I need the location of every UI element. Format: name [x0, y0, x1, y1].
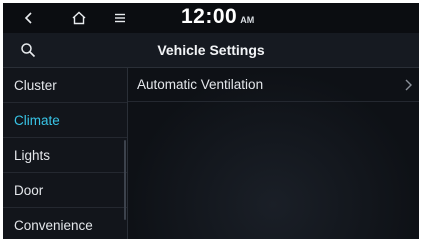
search-icon	[21, 43, 36, 58]
back-button[interactable]	[15, 7, 43, 29]
sidebar-item-label: Lights	[14, 148, 51, 163]
sidebar-item-cluster[interactable]: Cluster	[3, 68, 127, 103]
clock-time: 12:00	[181, 5, 238, 28]
sidebar-item-label: Climate	[14, 113, 60, 128]
sidebar-item-label: Convenience	[14, 218, 93, 233]
content-panel: Automatic Ventilation	[128, 68, 419, 239]
sidebar-item-lights[interactable]: Lights	[3, 138, 127, 173]
sidebar-item-door[interactable]: Door	[3, 173, 127, 208]
status-bar: 12:00 AM	[3, 3, 419, 33]
menu-icon	[115, 13, 125, 23]
list-item-label: Automatic Ventilation	[137, 77, 264, 92]
vehicle-settings-screen: 12:00 AM Vehicle Settings Cluster Climat…	[3, 3, 419, 239]
list-item-automatic-ventilation[interactable]: Automatic Ventilation	[128, 68, 419, 102]
chevron-right-icon	[405, 79, 412, 91]
clock-ampm: AM	[240, 15, 255, 25]
header: Vehicle Settings	[3, 33, 419, 68]
home-button[interactable]	[65, 7, 93, 29]
clock: 12:00 AM	[181, 5, 254, 31]
sidebar: Cluster Climate Lights Door Convenience	[3, 68, 128, 239]
back-icon	[24, 12, 32, 24]
sidebar-item-convenience[interactable]: Convenience	[3, 208, 127, 239]
sidebar-item-label: Cluster	[14, 78, 57, 93]
sidebar-item-label: Door	[14, 183, 44, 198]
sidebar-item-climate[interactable]: Climate	[3, 103, 127, 138]
page-title: Vehicle Settings	[157, 42, 265, 58]
search-button[interactable]	[15, 38, 41, 62]
home-icon	[72, 11, 86, 25]
sidebar-scrollbar[interactable]	[124, 140, 126, 220]
menu-button[interactable]	[106, 7, 134, 29]
